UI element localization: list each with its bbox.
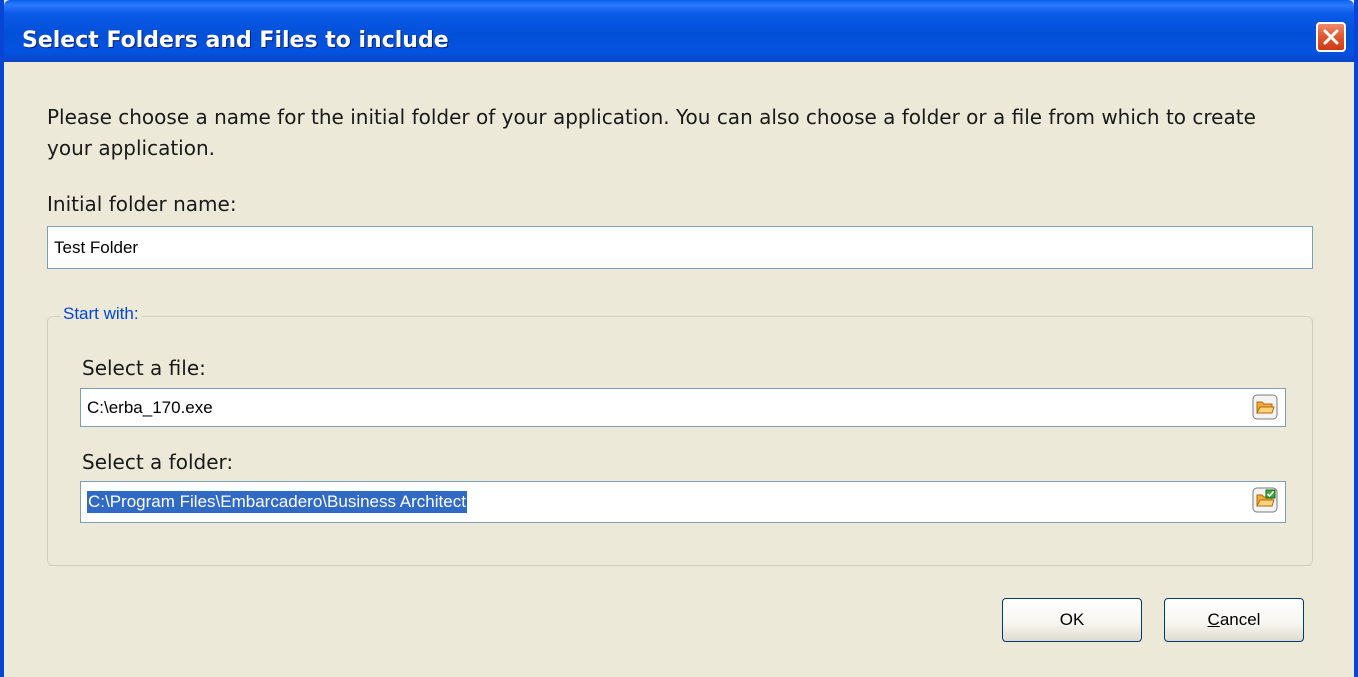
cancel-label: Cancel: [1208, 610, 1261, 630]
cancel-accelerator: C: [1207, 610, 1220, 629]
open-folder-check-icon: [1252, 487, 1278, 513]
close-icon: [1323, 29, 1339, 45]
cancel-button[interactable]: Cancel: [1164, 598, 1304, 642]
dialog-title: Select Folders and Files to include: [22, 28, 449, 53]
start-with-group: [47, 316, 1313, 566]
initial-folder-label: Initial folder name:: [47, 192, 237, 216]
ok-label: OK: [1059, 610, 1085, 629]
cancel-label-rest: ancel: [1219, 610, 1261, 629]
close-button[interactable]: [1316, 22, 1346, 52]
ok-button[interactable]: OK: [1002, 598, 1142, 642]
dialog-window: Select Folders and Files to include Plea…: [0, 0, 1358, 677]
select-folder-input[interactable]: C:\Program Files\Embarcadero\Business Ar…: [80, 481, 1286, 523]
intro-text: Please choose a name for the initial fol…: [47, 105, 1256, 160]
browse-folder-button[interactable]: [1251, 486, 1279, 514]
select-file-value: C:\erba_170.exe: [87, 397, 213, 417]
dialog-content: Please choose a name for the initial fol…: [4, 62, 1354, 677]
initial-folder-input[interactable]: Test Folder: [47, 226, 1313, 269]
start-with-legend: Start with:: [60, 304, 142, 324]
title-bar[interactable]: Select Folders and Files to include: [4, 0, 1354, 62]
open-folder-icon: [1252, 394, 1278, 420]
select-file-label: Select a file:: [82, 356, 206, 380]
select-folder-value: C:\Program Files\Embarcadero\Business Ar…: [87, 491, 467, 513]
select-folder-label: Select a folder:: [82, 450, 234, 474]
browse-file-button[interactable]: [1251, 393, 1279, 421]
initial-folder-value: Test Folder: [54, 237, 139, 257]
select-file-input[interactable]: C:\erba_170.exe: [80, 388, 1286, 427]
